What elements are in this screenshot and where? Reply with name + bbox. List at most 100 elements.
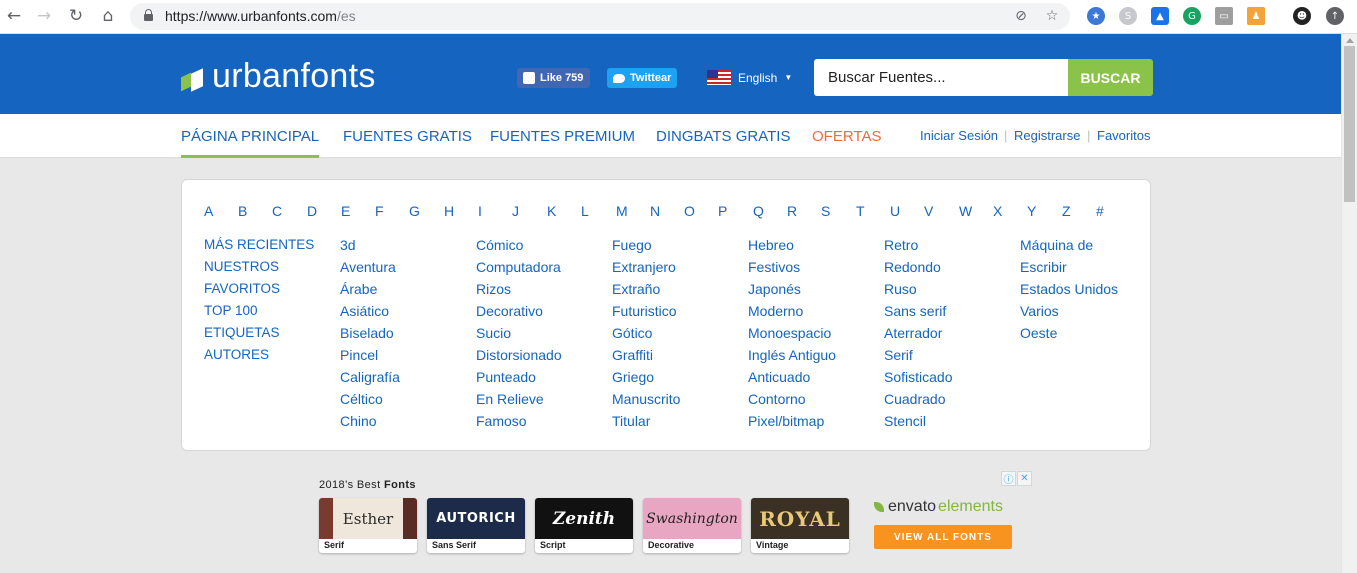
category-link[interactable]: Sans serif	[884, 300, 1012, 322]
favorites-link[interactable]: Favoritos	[1097, 128, 1150, 143]
search-button[interactable]: BUSCAR	[1068, 59, 1153, 96]
category-link[interactable]: Cómico	[476, 234, 604, 256]
view-all-fonts-button[interactable]: VIEW ALL FONTS	[874, 525, 1012, 549]
letter-link[interactable]: G	[409, 203, 420, 219]
category-link[interactable]: Monoespacio	[748, 322, 876, 344]
category-link[interactable]: Titular	[612, 410, 740, 432]
letter-link[interactable]: D	[307, 203, 317, 219]
category-link[interactable]: Cuadrado	[884, 388, 1012, 410]
category-link[interactable]: Graffiti	[612, 344, 740, 366]
url-text[interactable]: https://www.urbanfonts.com/es	[165, 8, 356, 24]
category-link[interactable]: Japonés	[748, 278, 876, 300]
category-link[interactable]: Caligrafía	[340, 366, 468, 388]
letter-link[interactable]: U	[890, 203, 900, 219]
home-icon[interactable]: ⌂	[96, 5, 120, 27]
category-link[interactable]: Sucio	[476, 322, 604, 344]
letter-link[interactable]: B	[238, 203, 247, 219]
category-link[interactable]: Sofisticado	[884, 366, 1012, 388]
category-link[interactable]: Ruso	[884, 278, 1012, 300]
letter-link[interactable]: V	[924, 203, 933, 219]
letter-link[interactable]: R	[787, 203, 797, 219]
monitor-icon[interactable]: ▭	[1215, 7, 1233, 25]
page-scrollbar[interactable]	[1341, 34, 1357, 573]
letter-link[interactable]: A	[204, 203, 213, 219]
letter-link[interactable]: K	[547, 203, 556, 219]
category-link[interactable]: Anticuado	[748, 366, 876, 388]
grammarly-icon[interactable]: G	[1183, 7, 1201, 25]
nav-premium-fonts[interactable]: FUENTES PREMIUM	[490, 128, 635, 145]
register-link[interactable]: Registrarse	[1014, 128, 1080, 143]
category-link[interactable]: Extranjero	[612, 256, 740, 278]
category-link[interactable]: Inglés Antiguo	[748, 344, 876, 366]
category-link[interactable]: NUESTROS	[204, 256, 332, 278]
urbanfonts-logo[interactable]: urbanfonts	[181, 59, 376, 93]
font-thumb-decorative[interactable]: Swashington Decorative	[643, 498, 741, 553]
category-link[interactable]: En Relieve	[476, 388, 604, 410]
letter-link[interactable]: O	[684, 203, 695, 219]
twitter-tweet-button[interactable]: Twittear	[607, 68, 677, 88]
search-input[interactable]	[814, 59, 1068, 96]
category-link[interactable]: Gótico	[612, 322, 740, 344]
letter-link[interactable]: Q	[753, 203, 764, 219]
category-link[interactable]: Fuego	[612, 234, 740, 256]
letter-link[interactable]: X	[993, 203, 1002, 219]
category-link[interactable]: Pincel	[340, 344, 468, 366]
nav-free-dingbats[interactable]: DINGBATS GRATIS	[656, 128, 790, 145]
login-link[interactable]: Iniciar Sesión	[920, 128, 998, 143]
bookmark-star-icon[interactable]: ☆	[1043, 7, 1061, 25]
nav-home[interactable]: PÁGINA PRINCIPAL	[181, 128, 320, 158]
letter-link[interactable]: I	[478, 203, 482, 219]
reload-icon[interactable]: ↻	[64, 5, 88, 27]
back-arrow-icon[interactable]: ←	[2, 5, 26, 27]
forward-arrow-icon[interactable]: →	[32, 5, 56, 27]
category-link[interactable]: Varios	[1020, 300, 1148, 322]
graduation-cap-icon[interactable]: ▲	[1151, 7, 1169, 25]
category-link[interactable]: Famoso	[476, 410, 604, 432]
letter-link[interactable]: J	[512, 203, 519, 219]
category-link[interactable]: Oeste	[1020, 322, 1148, 344]
extension-icon-1[interactable]: ★	[1087, 7, 1105, 25]
letter-link[interactable]: Z	[1062, 203, 1071, 219]
category-link[interactable]: Griego	[612, 366, 740, 388]
category-link[interactable]: Estados Unidos	[1020, 278, 1148, 300]
category-link[interactable]: Festivos	[748, 256, 876, 278]
category-link[interactable]: Manuscrito	[612, 388, 740, 410]
category-link[interactable]: Hebreo	[748, 234, 876, 256]
letter-link[interactable]: T	[856, 203, 865, 219]
font-thumb-vintage[interactable]: ROYAL Vintage	[751, 498, 849, 553]
category-link[interactable]: Extraño	[612, 278, 740, 300]
category-link[interactable]: Redondo	[884, 256, 1012, 278]
font-thumb-serif[interactable]: Esther Serif	[319, 498, 417, 553]
nav-free-fonts[interactable]: FUENTES GRATIS	[343, 128, 472, 145]
scroll-up-arrow-icon[interactable]	[1346, 38, 1354, 43]
category-link[interactable]: Aterrador	[884, 322, 1012, 344]
category-link[interactable]: Stencil	[884, 410, 1012, 432]
category-link[interactable]: Aventura	[340, 256, 468, 278]
letter-link[interactable]: L	[581, 203, 589, 219]
category-link[interactable]: TOP 100	[204, 300, 332, 322]
letter-link[interactable]: #	[1096, 203, 1104, 219]
category-link[interactable]: Retro	[884, 234, 1012, 256]
language-selector[interactable]: English ▼	[707, 70, 792, 85]
category-link[interactable]: Moderno	[748, 300, 876, 322]
letter-link[interactable]: M	[616, 203, 628, 219]
category-link[interactable]: Computadora	[476, 256, 604, 278]
category-link[interactable]: Futuristico	[612, 300, 740, 322]
category-link[interactable]: Pixel/bitmap	[748, 410, 876, 432]
letter-link[interactable]: S	[821, 203, 830, 219]
profile-avatar-icon[interactable]: ☻	[1293, 7, 1311, 25]
category-link[interactable]: ETIQUETAS	[204, 322, 332, 344]
ad-info-icon[interactable]: ⓘ	[1001, 471, 1016, 486]
category-link[interactable]: Contorno	[748, 388, 876, 410]
category-link[interactable]: Rizos	[476, 278, 604, 300]
letter-link[interactable]: C	[272, 203, 282, 219]
envato-ad-banner[interactable]: ⓘ ✕ 2018's Best Fonts Esther Serif AUTOR…	[308, 470, 1032, 558]
category-link[interactable]: 3d	[340, 234, 468, 256]
category-link[interactable]: Punteado	[476, 366, 604, 388]
category-link[interactable]: Decorativo	[476, 300, 604, 322]
category-link[interactable]: FAVORITOS	[204, 278, 332, 300]
category-link[interactable]: Céltico	[340, 388, 468, 410]
letter-link[interactable]: Y	[1027, 203, 1036, 219]
font-thumb-script[interactable]: Zenith Script	[535, 498, 633, 553]
envato-elements-logo[interactable]: envato elements	[874, 498, 1003, 516]
